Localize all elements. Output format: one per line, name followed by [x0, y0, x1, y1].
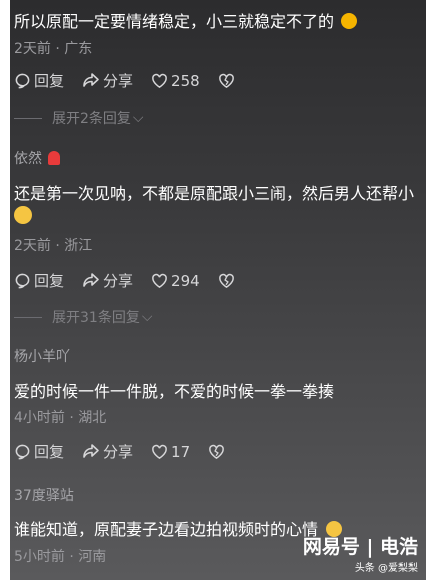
broken-heart-icon — [209, 444, 224, 459]
comment-2-meta: 2天前 · 浙江 — [14, 238, 93, 254]
reply-icon — [15, 444, 30, 460]
comment-3-meta: 4小时前 · 湖北 — [14, 410, 107, 426]
reply-button[interactable]: 回复 — [14, 270, 64, 291]
comment-2-actions: 回复 分享 294 — [14, 270, 256, 291]
comment-3-text: 爱的时候一件一件脱，不爱的时候一拳一拳揍 — [14, 382, 335, 401]
comment-2-author[interactable]: 依然 — [14, 148, 61, 168]
dancer-emoji-icon — [48, 151, 61, 165]
share-button[interactable]: 分享 — [82, 441, 133, 462]
comment-2-text: 还是第一次见呐，不都是原配跟小三闹，然后男人还帮小 — [14, 184, 415, 203]
dislike-button[interactable] — [208, 444, 228, 460]
chevron-down-icon: ⌵ — [132, 110, 144, 126]
reply-button[interactable]: 回复 — [14, 441, 64, 462]
expand-replies-label: 展开31条回复 — [52, 310, 140, 326]
share-icon — [83, 73, 99, 87]
comment-4-meta: 5小时前 · 河南 — [14, 549, 107, 565]
share-icon — [83, 273, 99, 287]
share-label: 分享 — [103, 443, 134, 461]
thumbs-up-emoji-icon — [341, 13, 358, 29]
comment-1-actions: 回复 分享 258 — [14, 70, 256, 91]
comment-3-actions: 回复 分享 17 — [14, 441, 246, 462]
like-count: 294 — [171, 271, 200, 290]
comment-4-text: 谁能知道，原配妻子边看边拍视频时的心情 — [14, 516, 343, 540]
comment-4-text-content: 谁能知道，原配妻子边看边拍视频时的心情 — [14, 520, 319, 539]
like-count: 17 — [171, 442, 191, 461]
watermark: 网易号 | 电浩 头条 @爱梨梨 — [303, 532, 418, 574]
dislike-button[interactable] — [218, 73, 238, 89]
heart-icon — [152, 273, 167, 288]
comment-1-text: 所以原配一定要情绪稳定，小三就稳定不了的 — [14, 8, 358, 32]
reply-label: 回复 — [34, 72, 65, 90]
reply-label: 回复 — [34, 272, 65, 290]
dislike-button[interactable] — [218, 273, 238, 289]
expand-replies-1[interactable]: 展开2条回复 ⌵ — [14, 108, 144, 128]
heart-icon — [152, 73, 167, 88]
heart-icon — [152, 444, 167, 459]
broken-heart-icon — [218, 273, 234, 288]
watermark-sub: 头条 @爱梨梨 — [354, 563, 418, 574]
expand-replies-label: 展开2条回复 — [52, 111, 131, 127]
reply-icon — [15, 73, 30, 89]
divider — [14, 316, 42, 318]
share-button[interactable]: 分享 — [82, 270, 133, 291]
share-button[interactable]: 分享 — [82, 70, 133, 91]
share-icon — [83, 444, 99, 458]
broken-heart-icon — [218, 73, 234, 88]
divider — [14, 117, 42, 119]
comment-3-author[interactable]: 杨小羊吖 — [14, 346, 70, 366]
comment-4-author[interactable]: 37度驿站 — [14, 485, 74, 505]
reply-button[interactable]: 回复 — [14, 70, 64, 91]
expand-replies-2[interactable]: 展开31条回复 ⌵ — [14, 307, 152, 327]
share-label: 分享 — [103, 272, 134, 290]
watermark-brand: 网易号 | 电浩 — [302, 536, 418, 558]
share-label: 分享 — [103, 72, 134, 90]
like-button[interactable]: 17 — [151, 443, 190, 461]
like-button[interactable]: 294 — [151, 272, 200, 290]
reply-icon — [15, 273, 30, 289]
comment-1-meta: 2天前 · 广东 — [14, 41, 93, 57]
comment-1-text-content: 所以原配一定要情绪稳定，小三就稳定不了的 — [14, 12, 335, 31]
reply-label: 回复 — [34, 443, 65, 461]
like-count: 258 — [171, 71, 200, 90]
like-button[interactable]: 258 — [151, 72, 200, 90]
author-name: 依然 — [14, 151, 42, 167]
comment-list: 所以原配一定要情绪稳定，小三就稳定不了的 2天前 · 广东 回复 分享 258 … — [10, 0, 426, 580]
laughing-emoji-icon — [14, 206, 32, 226]
chevron-down-icon: ⌵ — [141, 309, 153, 325]
